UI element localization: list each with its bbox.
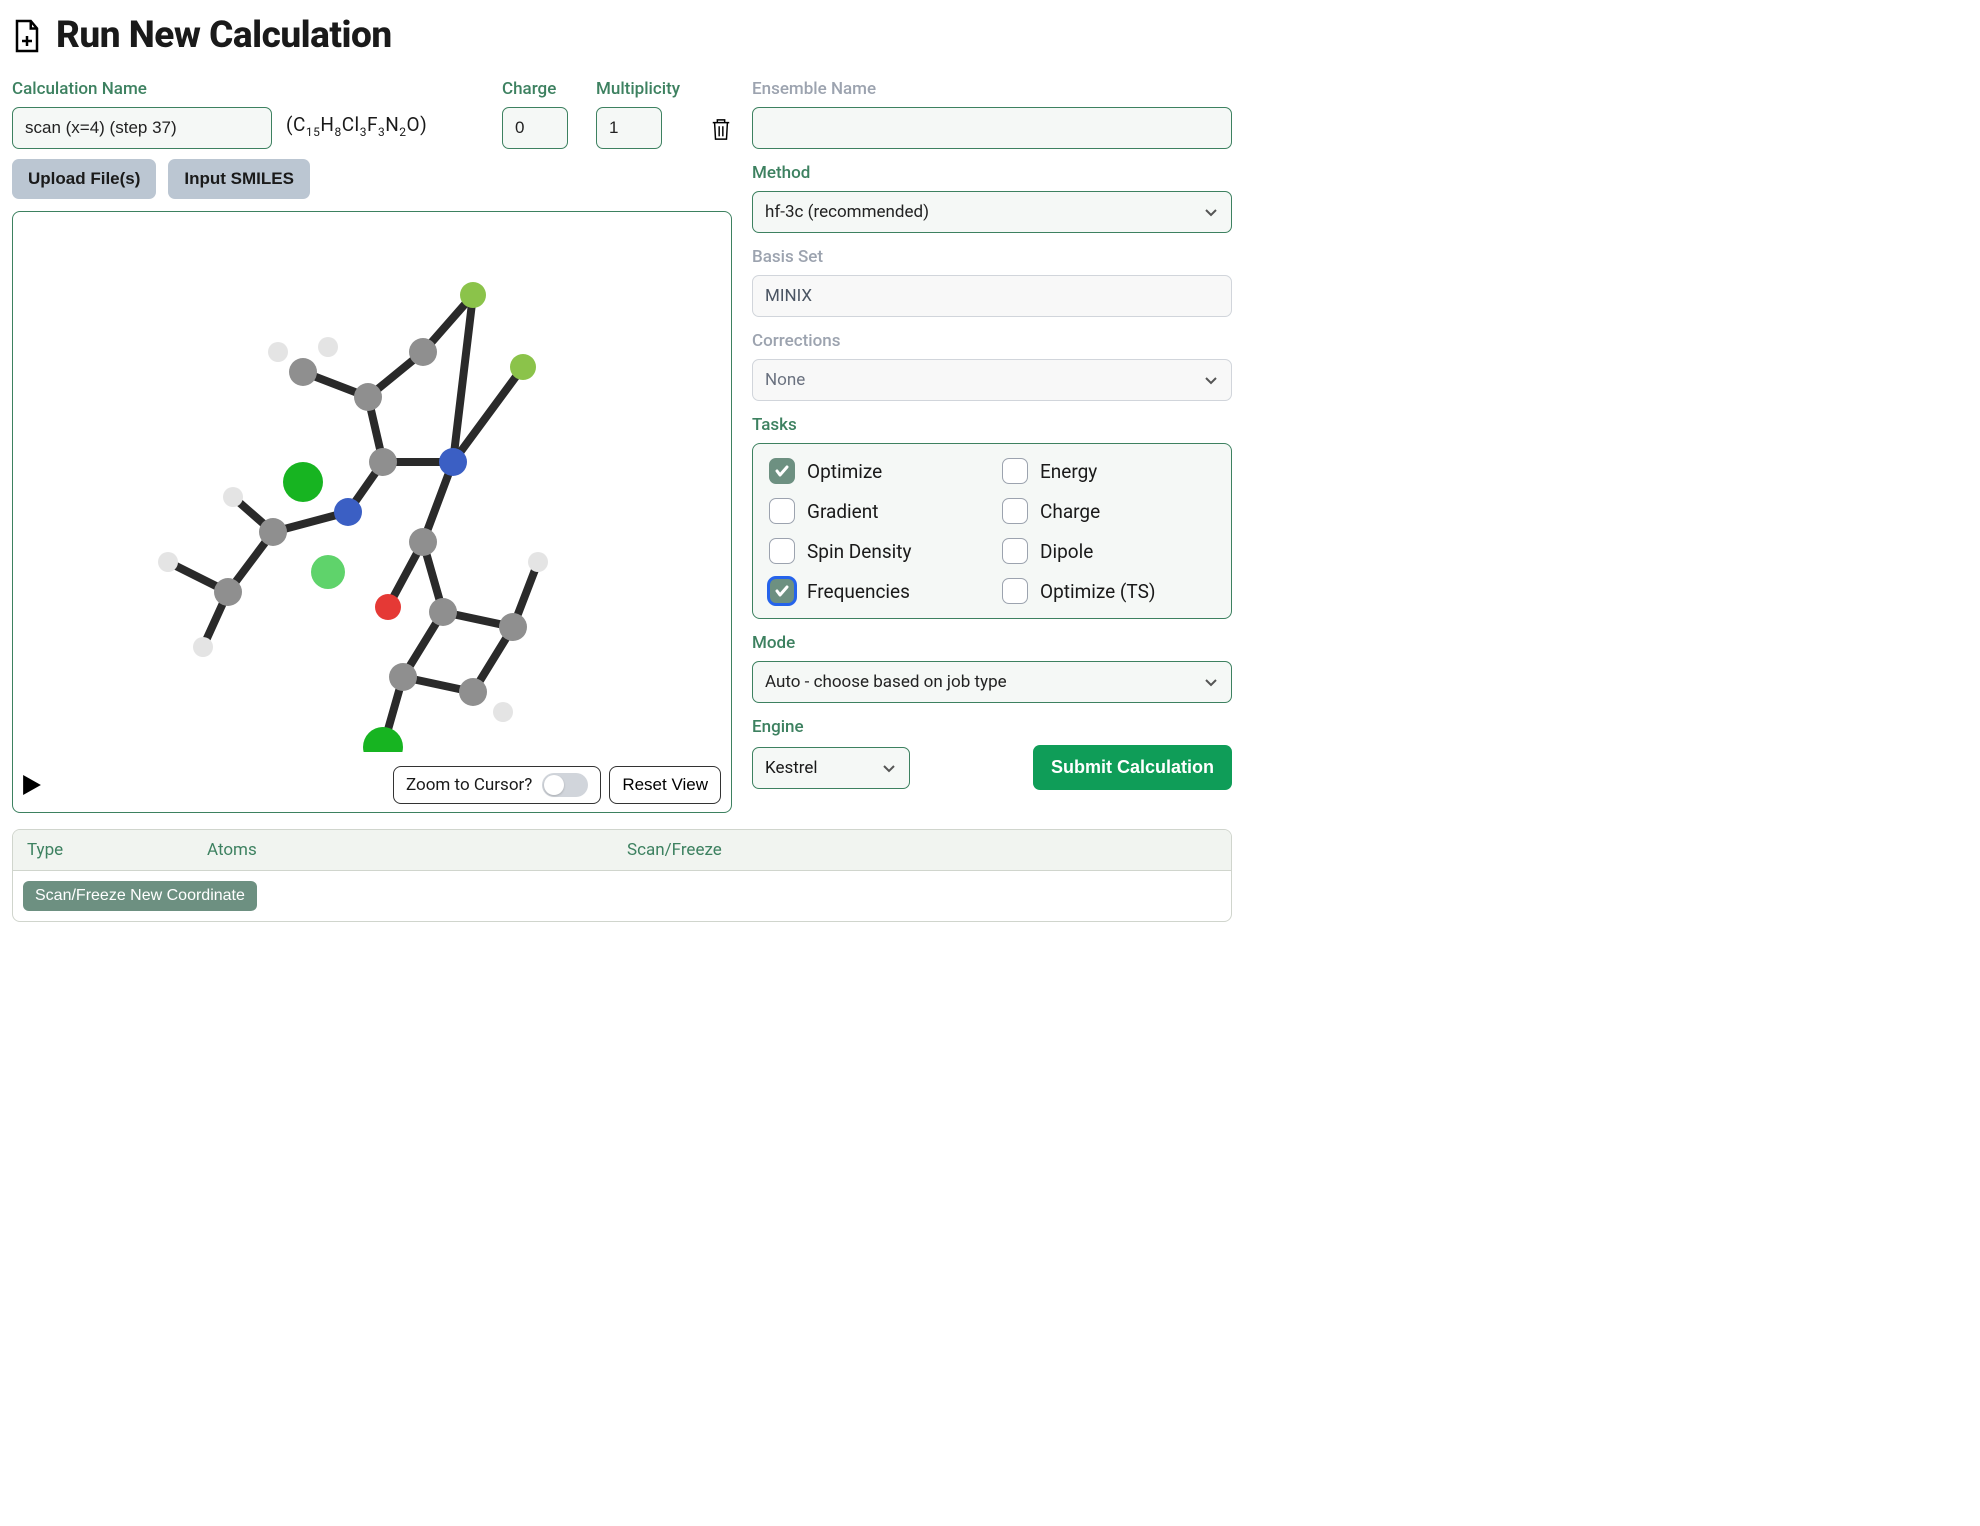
- calc-name-input[interactable]: [12, 107, 272, 149]
- task-label: Frequencies: [807, 580, 910, 603]
- multiplicity-label: Multiplicity: [596, 79, 696, 99]
- tasks-box: Optimize Energy Gradient Charge Spin Density…: [752, 443, 1232, 619]
- chevron-down-icon: [881, 760, 897, 776]
- corrections-select: None: [752, 359, 1232, 401]
- engine-value: Kestrel: [765, 758, 818, 778]
- task-checkbox[interactable]: [1002, 498, 1028, 524]
- ensemble-name-input[interactable]: [752, 107, 1232, 149]
- task-item: Dipole: [1002, 538, 1215, 564]
- corrections-label: Corrections: [752, 331, 1232, 351]
- tasks-label: Tasks: [752, 415, 1232, 435]
- upload-files-button[interactable]: Upload File(s): [12, 159, 156, 199]
- task-item: Charge: [1002, 498, 1215, 524]
- task-checkbox[interactable]: [769, 578, 795, 604]
- basis-set-label: Basis Set: [752, 247, 1232, 267]
- mode-label: Mode: [752, 633, 1232, 653]
- new-file-icon: [12, 18, 42, 54]
- delete-button[interactable]: [710, 117, 732, 141]
- task-item: Frequencies: [769, 578, 982, 604]
- submit-calculation-button[interactable]: Submit Calculation: [1033, 745, 1232, 790]
- calc-name-label: Calculation Name: [12, 79, 272, 99]
- molecule-viewer[interactable]: Zoom to Cursor? Reset View: [12, 211, 732, 813]
- engine-select[interactable]: Kestrel: [752, 747, 910, 789]
- task-label: Charge: [1040, 500, 1100, 523]
- task-label: Dipole: [1040, 540, 1093, 563]
- task-item: Optimize: [769, 458, 982, 484]
- chevron-down-icon: [1203, 372, 1219, 388]
- task-checkbox[interactable]: [769, 538, 795, 564]
- corrections-value: None: [765, 370, 805, 390]
- task-label: Optimize: [807, 460, 882, 483]
- task-label: Energy: [1040, 460, 1097, 483]
- mode-select[interactable]: Auto - choose based on job type: [752, 661, 1232, 703]
- column-scan-freeze: Scan/Freeze: [627, 840, 1217, 860]
- reset-view-button[interactable]: Reset View: [609, 766, 721, 804]
- column-atoms: Atoms: [207, 840, 607, 860]
- play-icon[interactable]: [23, 775, 41, 795]
- task-checkbox[interactable]: [1002, 458, 1028, 484]
- chevron-down-icon: [1203, 674, 1219, 690]
- scan-freeze-new-coordinate-button[interactable]: Scan/Freeze New Coordinate: [23, 881, 257, 911]
- ensemble-name-label: Ensemble Name: [752, 79, 1232, 99]
- trash-icon: [710, 117, 732, 141]
- task-checkbox[interactable]: [1002, 538, 1028, 564]
- charge-input[interactable]: [502, 107, 568, 149]
- task-checkbox[interactable]: [769, 458, 795, 484]
- task-checkbox[interactable]: [1002, 578, 1028, 604]
- charge-label: Charge: [502, 79, 582, 99]
- column-type: Type: [27, 840, 187, 860]
- task-item: Energy: [1002, 458, 1215, 484]
- task-item: Gradient: [769, 498, 982, 524]
- task-checkbox[interactable]: [769, 498, 795, 524]
- method-select[interactable]: hf-3c (recommended): [752, 191, 1232, 233]
- basis-set-input: MINIX: [752, 275, 1232, 317]
- task-label: Gradient: [807, 500, 878, 523]
- method-value: hf-3c (recommended): [765, 202, 929, 222]
- toggle-switch[interactable]: [542, 773, 588, 797]
- task-label: Optimize (TS): [1040, 580, 1156, 603]
- task-item: Spin Density: [769, 538, 982, 564]
- chevron-down-icon: [1203, 204, 1219, 220]
- table-header: Type Atoms Scan/Freeze: [13, 830, 1231, 871]
- page-title: Run New Calculation: [56, 14, 392, 57]
- molecule-rendering: [133, 252, 593, 752]
- method-label: Method: [752, 163, 1232, 183]
- engine-label: Engine: [752, 717, 1232, 737]
- task-item: Optimize (TS): [1002, 578, 1215, 604]
- zoom-to-cursor-toggle[interactable]: Zoom to Cursor?: [393, 766, 601, 804]
- input-smiles-button[interactable]: Input SMILES: [168, 159, 310, 199]
- page-header: Run New Calculation: [12, 14, 1232, 57]
- task-label: Spin Density: [807, 540, 911, 563]
- zoom-to-cursor-label: Zoom to Cursor?: [406, 775, 532, 795]
- mode-value: Auto - choose based on job type: [765, 672, 1007, 692]
- scan-freeze-table: Type Atoms Scan/Freeze Scan/Freeze New C…: [12, 829, 1232, 922]
- multiplicity-input[interactable]: [596, 107, 662, 149]
- molecular-formula: (C15H8Cl3F3N2O): [286, 113, 427, 149]
